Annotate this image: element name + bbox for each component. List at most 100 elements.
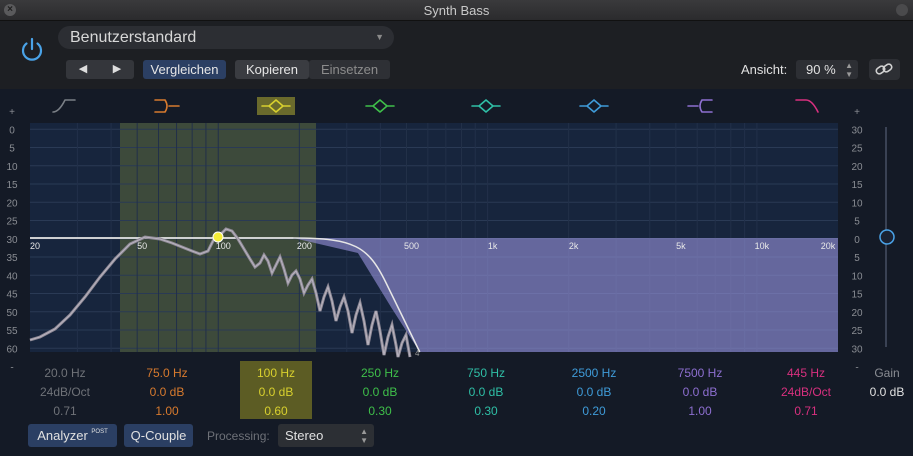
band-gain: 0.0 dB bbox=[362, 385, 398, 399]
db-tick-left: 30 bbox=[6, 235, 18, 246]
stepper-arrows-icon: ▲ ▼ bbox=[360, 427, 368, 445]
processing-select[interactable]: Stereo ▲ ▼ bbox=[278, 424, 374, 447]
band-icon-shape bbox=[795, 99, 819, 113]
db-tick-left: + bbox=[9, 107, 15, 118]
band-freq: 75.0 Hz bbox=[146, 366, 188, 380]
band-info-1[interactable]: 20.0 Hz 24dB/Oct 0.71 bbox=[30, 364, 100, 421]
db-tick-left: 40 bbox=[6, 271, 18, 282]
db-tick-left: 55 bbox=[6, 326, 18, 337]
preset-nav: ◀ ▶ bbox=[66, 60, 134, 79]
db-tick-right: 25 bbox=[851, 326, 863, 337]
band-q: 0.71 bbox=[53, 404, 77, 418]
q-couple-button[interactable]: Q-Couple bbox=[124, 424, 193, 447]
window-title: Synth Bass bbox=[423, 3, 490, 18]
view-zoom-stepper[interactable]: 90 % ▲ ▼ bbox=[796, 60, 858, 79]
db-tick-left: 10 bbox=[6, 162, 18, 173]
band-freq: 250 Hz bbox=[360, 366, 400, 380]
window-menu-icon[interactable] bbox=[896, 4, 908, 16]
freq-label: 20k bbox=[821, 241, 836, 251]
copy-button[interactable]: Kopieren bbox=[235, 60, 309, 79]
band-icon-shape bbox=[154, 99, 180, 113]
db-tick-right: 15 bbox=[851, 290, 863, 301]
band-icon-shape bbox=[687, 99, 713, 113]
band-gain: 24dB/Oct bbox=[780, 385, 832, 399]
db-tick-right: 30 bbox=[851, 344, 863, 355]
title-bar: × Synth Bass bbox=[0, 0, 913, 21]
paste-button[interactable]: Einsetzen bbox=[309, 60, 390, 79]
db-tick-right: 5 bbox=[854, 253, 860, 264]
db-tick-left: 25 bbox=[6, 217, 18, 228]
bell-icon[interactable] bbox=[471, 99, 501, 113]
gain-readout[interactable]: Gain 0.0 dB bbox=[858, 364, 913, 402]
view-zoom-value: 90 % bbox=[806, 62, 836, 77]
link-icon[interactable] bbox=[869, 59, 900, 80]
db-tick-right: + bbox=[854, 107, 860, 118]
band-freq: 445 Hz bbox=[786, 366, 826, 380]
band-q: 1.00 bbox=[688, 404, 712, 418]
high-shelf-icon[interactable] bbox=[687, 99, 713, 113]
analyzer-post-badge: POST bbox=[91, 429, 108, 435]
bell-icon[interactable] bbox=[257, 97, 295, 115]
db-tick-left: 45 bbox=[6, 290, 18, 301]
bell-icon[interactable] bbox=[579, 99, 609, 113]
freq-label: 2k bbox=[569, 241, 579, 251]
freq-label: 10k bbox=[755, 241, 770, 251]
next-preset-button[interactable]: ▶ bbox=[100, 60, 134, 79]
db-tick-left: - bbox=[10, 363, 13, 374]
band-info-3[interactable]: 100 Hz 0.0 dB 0.60 bbox=[240, 361, 312, 419]
band-freq: 2500 Hz bbox=[571, 366, 617, 380]
db-tick-left: 50 bbox=[6, 308, 18, 319]
band-freq: 750 Hz bbox=[466, 366, 506, 380]
low-cut-icon[interactable] bbox=[52, 99, 76, 113]
band-gain: 24dB/Oct bbox=[39, 385, 91, 399]
gain-label: Gain bbox=[874, 366, 900, 380]
compare-button[interactable]: Vergleichen bbox=[143, 60, 226, 79]
freq-label: 20 bbox=[30, 241, 40, 251]
gain-slider-thumb bbox=[879, 229, 895, 245]
band-info-6[interactable]: 2500 Hz 0.0 dB 0.20 bbox=[559, 364, 629, 421]
analyzer-marker-label: 4 bbox=[415, 349, 420, 358]
bell-icon[interactable] bbox=[365, 99, 395, 113]
freq-label: 1k bbox=[488, 241, 498, 251]
processing-value: Stereo bbox=[285, 428, 324, 443]
band-q: 0.60 bbox=[264, 404, 288, 418]
band-info-2[interactable]: 75.0 Hz 0.0 dB 1.00 bbox=[132, 364, 202, 421]
previous-preset-button[interactable]: ◀ bbox=[66, 60, 100, 79]
band-freq: 100 Hz bbox=[256, 366, 296, 380]
low-shelf-icon[interactable] bbox=[154, 99, 180, 113]
db-tick-left: 20 bbox=[6, 198, 18, 209]
band-gain: 0.0 dB bbox=[682, 385, 718, 399]
freq-label: 500 bbox=[404, 241, 419, 251]
db-tick-right: 0 bbox=[854, 235, 860, 246]
preset-selector[interactable]: Benutzerstandard ▼ bbox=[58, 26, 394, 49]
band-info-8[interactable]: 445 Hz 24dB/Oct 0.71 bbox=[771, 364, 841, 421]
preset-name: Benutzerstandard bbox=[70, 29, 197, 46]
db-tick-right: 25 bbox=[851, 144, 863, 155]
db-tick-left: 60 bbox=[6, 344, 18, 355]
band-icon-shape bbox=[52, 99, 76, 113]
band-info-4[interactable]: 250 Hz 0.0 dB 0.30 bbox=[345, 364, 415, 421]
high-cut-icon[interactable] bbox=[795, 99, 819, 113]
band-info-5[interactable]: 750 Hz 0.0 dB 0.30 bbox=[451, 364, 521, 421]
analyzer-label: Analyzer bbox=[37, 428, 88, 443]
band-freq: 20.0 Hz bbox=[44, 366, 86, 380]
dropdown-arrow-icon: ▼ bbox=[375, 32, 384, 42]
band-q: 0.20 bbox=[582, 404, 606, 418]
band-gain: 0.0 dB bbox=[258, 385, 294, 399]
freq-label: 200 bbox=[297, 241, 312, 251]
band-info-7[interactable]: 7500 Hz 0.0 dB 1.00 bbox=[665, 364, 735, 421]
db-tick-left: 0 bbox=[9, 125, 15, 136]
gain-value: 0.0 dB bbox=[869, 385, 905, 399]
freq-label: 50 bbox=[137, 241, 147, 251]
freq-label: 100 bbox=[216, 241, 231, 251]
db-tick-left: 15 bbox=[6, 180, 18, 191]
band-icon-shape bbox=[365, 99, 395, 113]
band-gain: 0.0 dB bbox=[149, 385, 185, 399]
db-tick-right: 10 bbox=[851, 198, 863, 209]
analyzer-button[interactable]: Analyzer POST bbox=[28, 424, 117, 447]
band-freq: 7500 Hz bbox=[677, 366, 723, 380]
db-tick-right: 20 bbox=[851, 308, 863, 319]
band-gain: 0.0 dB bbox=[468, 385, 504, 399]
band-icon-shape bbox=[471, 99, 501, 113]
power-icon[interactable] bbox=[18, 35, 46, 63]
